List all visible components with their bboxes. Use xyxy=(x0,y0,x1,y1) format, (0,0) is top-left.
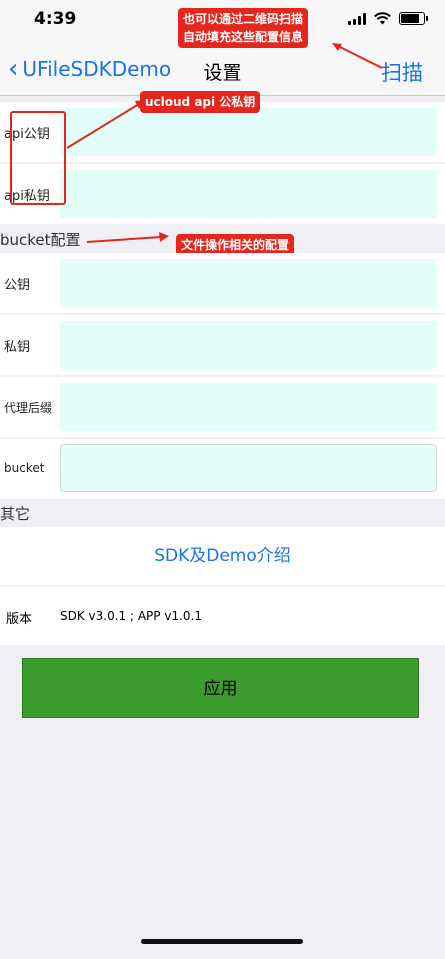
bucket-name-label: bucket xyxy=(4,461,45,475)
sdk-intro-link[interactable]: SDK及Demo介绍 xyxy=(0,527,445,585)
scan-annotation: 也可以通过二维码扫描 自动填充这些配置信息 xyxy=(178,8,309,48)
bucket-private-key-row: 私钥 xyxy=(0,315,445,375)
scan-annotation-line2: 自动填充这些配置信息 xyxy=(183,30,304,44)
other-section-header: 其它 xyxy=(0,505,31,523)
bucket-name-input[interactable] xyxy=(60,444,437,492)
version-label: 版本 xyxy=(6,612,33,627)
annotation-arrow xyxy=(66,100,145,149)
version-row: 版本 SDK v3.0.1 ; APP v1.0.1 xyxy=(0,587,445,645)
annotation-arrow xyxy=(332,43,383,69)
signal-icon xyxy=(348,12,366,25)
battery-icon xyxy=(399,12,428,25)
home-indicator xyxy=(141,939,303,944)
bucket-public-key-row: 公钥 xyxy=(0,253,445,313)
bucket-public-key-label: 公钥 xyxy=(4,278,31,293)
scan-button[interactable]: 扫描 xyxy=(381,57,423,87)
bucket-public-key-input[interactable] xyxy=(60,259,437,307)
status-time: 4:39 xyxy=(34,9,77,29)
api-highlight-box xyxy=(10,111,66,205)
proxy-suffix-label: 代理后缀 xyxy=(4,401,53,415)
annotation-arrow xyxy=(86,232,169,243)
proxy-suffix-row: 代理后缀 xyxy=(0,377,445,437)
bucket-private-key-label: 私钥 xyxy=(4,340,31,355)
status-icons xyxy=(348,12,428,25)
proxy-suffix-input[interactable] xyxy=(60,383,437,431)
bucket-private-key-input[interactable] xyxy=(60,321,437,369)
version-value: SDK v3.0.1 ; APP v1.0.1 xyxy=(60,609,202,623)
wifi-icon xyxy=(374,12,391,25)
api-private-key-row: api私钥 xyxy=(0,164,445,224)
bucket-name-row: bucket xyxy=(0,439,445,499)
api-private-key-input[interactable] xyxy=(60,170,437,218)
apply-button[interactable]: 应用 xyxy=(22,658,419,718)
scan-annotation-line1: 也可以通过二维码扫描 xyxy=(183,12,304,26)
api-annotation: ucloud api 公私钥 xyxy=(140,91,261,113)
